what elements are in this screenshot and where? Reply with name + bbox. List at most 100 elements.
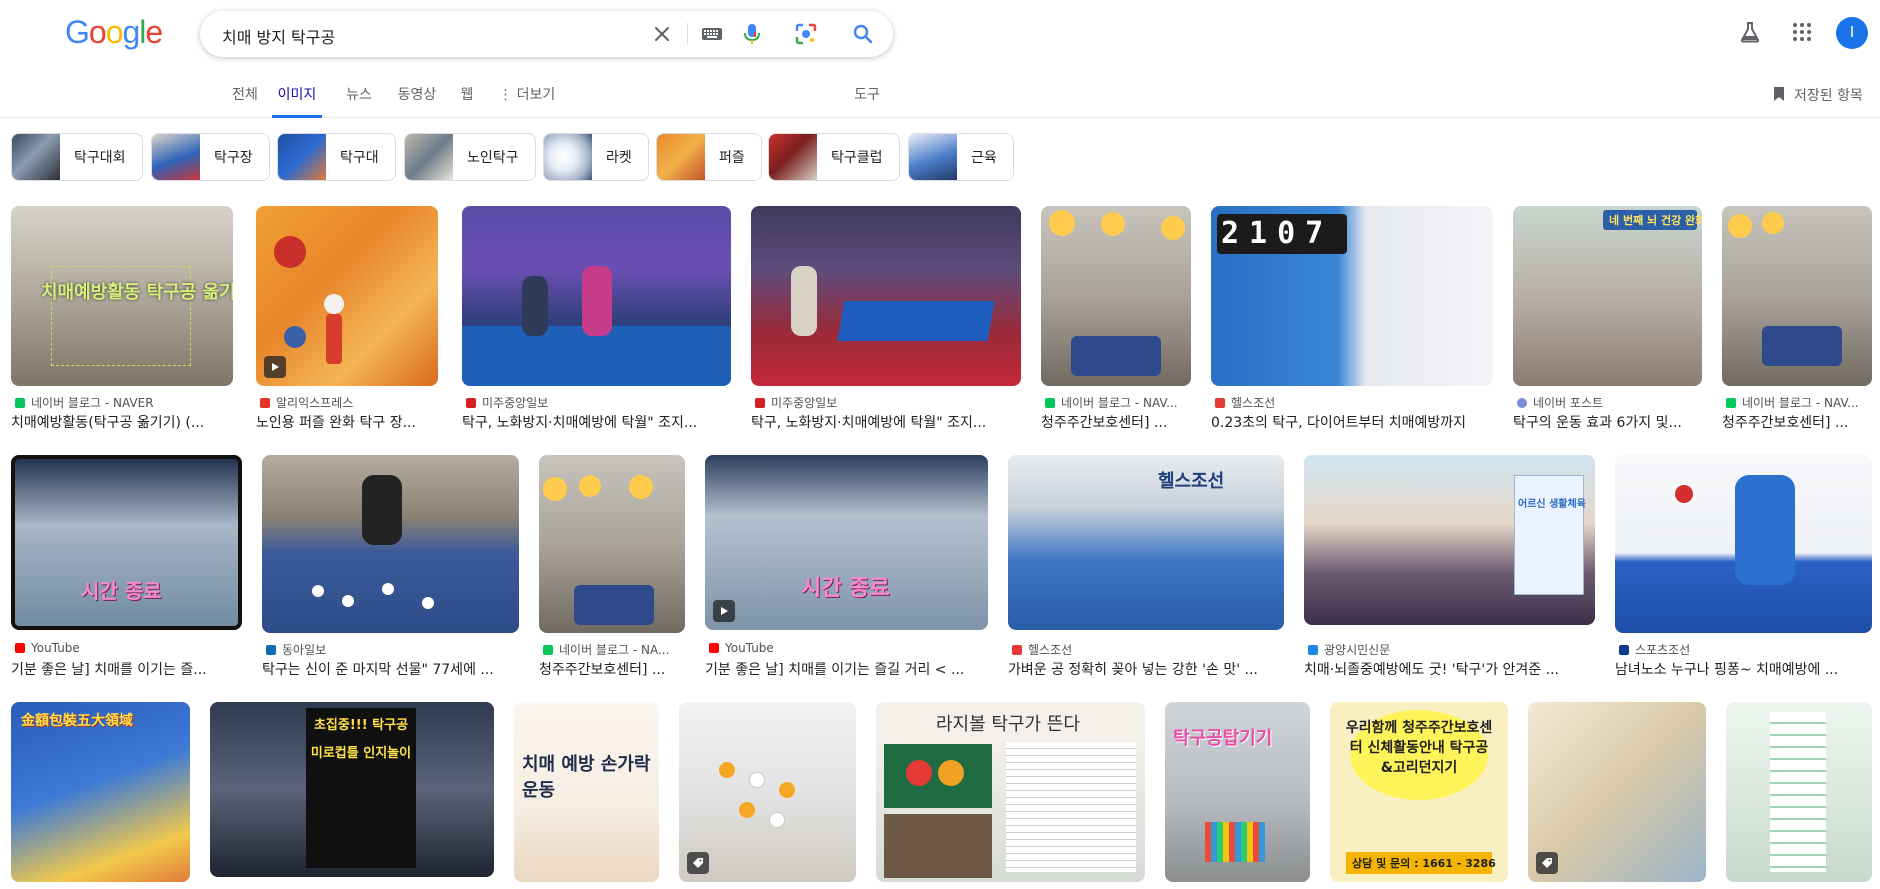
bookmark-icon[interactable] bbox=[1772, 86, 1786, 102]
result-thumbnail[interactable]: 金額包裝五大領域 bbox=[11, 702, 190, 882]
youtube-favicon-icon bbox=[15, 643, 25, 653]
chip-label: 탁구클럽 bbox=[831, 150, 883, 166]
saved-items-link[interactable]: 저장된 항목 bbox=[1794, 85, 1863, 105]
result-title[interactable]: 남녀노소 누구나 핑퐁~ 치매예방에 ... bbox=[1615, 659, 1872, 679]
tab-images[interactable]: 이미지 bbox=[272, 70, 322, 118]
clear-icon[interactable] bbox=[650, 22, 674, 46]
tab-more[interactable]: ⋮ 더보기 bbox=[496, 70, 558, 118]
chip-thumbnail bbox=[909, 134, 957, 180]
result-thumbnail[interactable] bbox=[539, 455, 685, 633]
result-thumbnail[interactable]: 네 번째 뇌 건강 완화 bbox=[1513, 206, 1702, 386]
chip-label: 퍼즐 bbox=[719, 150, 745, 166]
chip-club[interactable]: 탁구클럽 bbox=[768, 133, 900, 181]
source-name: 네이버 블로그 - NA... bbox=[559, 643, 670, 657]
search-box[interactable]: 치매 방지 탁구공 bbox=[200, 11, 893, 57]
result-thumbnail[interactable] bbox=[1615, 455, 1872, 633]
result-thumbnail[interactable] bbox=[462, 206, 731, 386]
chip-senior[interactable]: 노인탁구 bbox=[404, 133, 536, 181]
result-thumbnail[interactable]: 치매 예방 손가락 운동 bbox=[514, 702, 659, 882]
result-thumbnail[interactable]: 초집중!!! 탁구공 미로컵틀 인지놀이 bbox=[210, 702, 494, 877]
result-thumbnail[interactable]: 우리함께 청주주간보호센터 신체활동안내 탁구공&고리던지기 상담 및 문의 :… bbox=[1330, 702, 1508, 882]
result-thumbnail[interactable]: 시간 종료 bbox=[11, 455, 242, 630]
result-thumbnail[interactable] bbox=[1041, 206, 1191, 386]
result-title[interactable]: 탁구, 노화방지·치매예방에 탁월" 조지... bbox=[462, 412, 731, 432]
result-title[interactable]: 노인용 퍼즐 완화 탁구 장... bbox=[256, 412, 438, 432]
video-play-icon bbox=[264, 356, 286, 378]
result-thumbnail[interactable]: 치매예방활동 탁구공 옮기기 bbox=[11, 206, 233, 386]
product-tag-icon bbox=[1536, 852, 1558, 874]
result-title[interactable]: 치매예방활동(탁구공 옮기기) (... bbox=[11, 412, 233, 432]
naver-post-favicon-icon bbox=[1517, 397, 1527, 408]
result-title[interactable]: 청주주간보호센터] ... bbox=[539, 659, 685, 679]
result-thumbnail[interactable]: 헬스조선 bbox=[1008, 455, 1284, 630]
result-thumbnail[interactable] bbox=[1726, 702, 1872, 882]
chip-table[interactable]: 탁구대 bbox=[277, 133, 396, 181]
result-thumbnail[interactable]: 어르신 생활체육 bbox=[1304, 455, 1595, 625]
search-input[interactable]: 치매 방지 탁구공 bbox=[222, 24, 335, 48]
chip-label: 탁구대회 bbox=[74, 150, 126, 166]
result-source: 스포츠조선 bbox=[1615, 641, 1872, 658]
source-name: 헬스조선 bbox=[1231, 396, 1276, 410]
source-name: 미주중앙일보 bbox=[771, 396, 838, 410]
chip-thumbnail bbox=[12, 134, 60, 180]
result-thumbnail[interactable] bbox=[751, 206, 1021, 386]
donga-favicon-icon bbox=[266, 644, 276, 655]
thumbnail-overlay-text: 시간 종료 bbox=[801, 576, 890, 601]
search-icon[interactable] bbox=[851, 22, 875, 46]
result-thumbnail[interactable] bbox=[262, 455, 519, 633]
chip-puzzle[interactable]: 퍼즐 bbox=[656, 133, 762, 181]
tab-all[interactable]: 전체 bbox=[230, 70, 260, 118]
labs-flask-icon[interactable] bbox=[1738, 20, 1762, 44]
health-chosun-favicon-icon bbox=[1012, 644, 1022, 655]
result-title[interactable]: 탁구의 운동 효과 6가지 및... bbox=[1513, 412, 1702, 432]
chip-muscle[interactable]: 근육 bbox=[908, 133, 1014, 181]
result-title[interactable]: 청주주간보호센터] ... bbox=[1041, 412, 1191, 432]
source-name: YouTube bbox=[725, 641, 774, 655]
result-source: 네이버 블로그 - NA... bbox=[539, 641, 685, 658]
chip-tournament[interactable]: 탁구대회 bbox=[11, 133, 143, 181]
result-title[interactable]: 0.23초의 탁구, 다이어트부터 치매예방까지 bbox=[1211, 412, 1493, 432]
result-thumbnail[interactable] bbox=[679, 702, 856, 882]
result-thumbnail[interactable] bbox=[256, 206, 438, 386]
thumbnail-overlay-text: 우리함께 청주주간보호센터 신체활동안내 탁구공&고리던지기 bbox=[1345, 720, 1493, 776]
chip-label: 탁구대 bbox=[340, 150, 379, 166]
tab-videos[interactable]: 동영상 bbox=[395, 70, 439, 118]
lens-icon[interactable] bbox=[794, 22, 818, 46]
chip-thumbnail bbox=[278, 134, 326, 180]
chip-label: 탁구장 bbox=[214, 150, 253, 166]
chip-racket[interactable]: 라켓 bbox=[543, 133, 649, 181]
product-tag-icon bbox=[687, 852, 709, 874]
logo-letter: G bbox=[65, 14, 90, 50]
result-title[interactable]: 기분 좋은 날] 치매를 이기는 즐길 거리 < ... bbox=[705, 659, 988, 679]
result-title[interactable]: 치매·뇌졸중예방에도 굿! '탁구'가 안겨준 ... bbox=[1304, 659, 1595, 679]
result-thumbnail[interactable] bbox=[1528, 702, 1706, 882]
result-thumbnail[interactable]: 탁구공탑기기 bbox=[1165, 702, 1310, 882]
chip-table-tennis-hall[interactable]: 탁구장 bbox=[151, 133, 270, 181]
result-thumbnail[interactable]: 라지볼 탁구가 뜬다 bbox=[876, 702, 1145, 882]
tab-news[interactable]: 뉴스 bbox=[344, 70, 374, 118]
naver-blog-favicon-icon bbox=[1726, 397, 1736, 408]
source-name: 네이버 블로그 - NAVER bbox=[31, 396, 154, 410]
tab-web[interactable]: 웹 bbox=[458, 70, 476, 118]
result-thumbnail[interactable] bbox=[1722, 206, 1872, 386]
logo-letter: e bbox=[145, 14, 163, 50]
result-thumbnail[interactable]: 2107 bbox=[1211, 206, 1493, 386]
microphone-icon[interactable] bbox=[740, 22, 764, 46]
avatar[interactable]: I bbox=[1836, 17, 1868, 49]
keyboard-icon[interactable] bbox=[700, 22, 724, 46]
source-name: 알리익스프레스 bbox=[276, 396, 354, 410]
result-title[interactable]: 가벼운 공 정확히 꽂아 넣는 강한 '손 맛' ... bbox=[1008, 659, 1284, 679]
result-source: 네이버 블로그 - NAVER bbox=[11, 394, 233, 411]
result-thumbnail[interactable]: 시간 종료 bbox=[705, 455, 988, 630]
result-title[interactable]: 탁구, 노화방지·치매예방에 탁월" 조지... bbox=[751, 412, 1021, 432]
sports-chosun-favicon-icon bbox=[1619, 644, 1629, 655]
result-title[interactable]: 기분 좋은 날] 치매를 이기는 즐... bbox=[11, 659, 242, 679]
result-title[interactable]: 청주주간보호센터] ... bbox=[1722, 412, 1872, 432]
logo-letter: g bbox=[122, 14, 140, 50]
result-title[interactable]: 탁구는 신이 준 마지막 선물" 77세에 ... bbox=[262, 659, 519, 679]
source-name: 네이버 블로그 - NAV... bbox=[1742, 396, 1859, 410]
thumbnail-overlay-text: 金額包裝五大領域 bbox=[21, 713, 133, 729]
apps-grid-icon[interactable] bbox=[1790, 20, 1814, 44]
tools-button[interactable]: 도구 bbox=[852, 70, 882, 118]
google-logo[interactable]: Google bbox=[65, 14, 163, 51]
